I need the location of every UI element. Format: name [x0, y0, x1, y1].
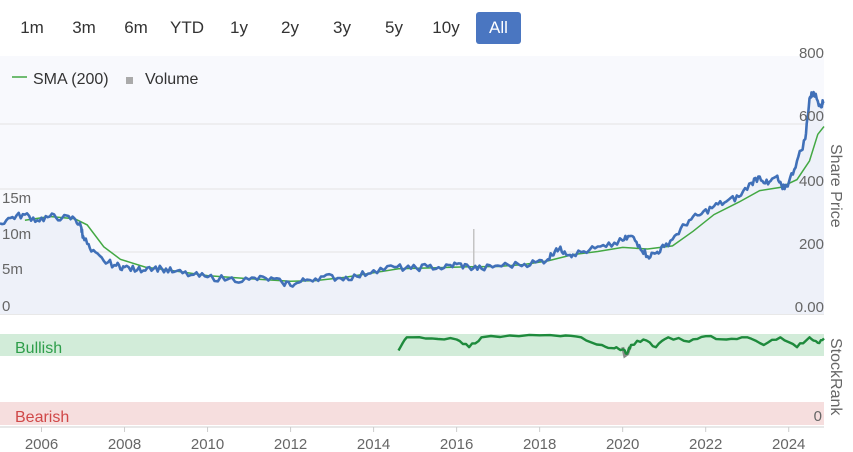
- volume-legend-label[interactable]: Volume: [145, 71, 198, 88]
- x-tick-label: 2010: [191, 436, 224, 452]
- x-tick-label: 2008: [108, 436, 141, 452]
- price-tick-label: 800: [799, 45, 824, 62]
- volume-tick-label: 5m: [2, 261, 23, 278]
- bullish-label: Bullish: [15, 340, 62, 357]
- price-chart: SMA (200) Volume 800 600 400 200 0.00 15…: [0, 45, 844, 452]
- bearish-label: Bearish: [15, 409, 69, 426]
- x-tick-label: 2020: [606, 436, 639, 452]
- x-tick-label: 2018: [523, 436, 556, 452]
- volume-tick-label: 0: [2, 298, 10, 315]
- price-tick-label: 400: [799, 173, 824, 190]
- x-tick-label: 2012: [274, 436, 307, 452]
- x-axis: 2006 2008 2010 2012 2014 2016 2018 2020 2022 2024: [25, 427, 805, 452]
- volume-legend-swatch: [126, 77, 133, 84]
- share-price-axis-title: Share Price: [827, 144, 844, 228]
- x-tick-label: 2014: [357, 436, 390, 452]
- price-tick-label: 600: [799, 108, 824, 125]
- x-tick-label: 2024: [772, 436, 805, 452]
- stockrank-axis-title: StockRank: [827, 338, 844, 416]
- price-tick-label: 200: [799, 236, 824, 253]
- stockrank-tick-label: 0: [814, 408, 822, 425]
- volume-tick-label: 10m: [2, 226, 31, 243]
- x-tick-label: 2006: [25, 436, 58, 452]
- x-tick-label: 2016: [440, 436, 473, 452]
- price-tick-label: 0.00: [795, 299, 824, 316]
- volume-tick-label: 15m: [2, 190, 31, 207]
- x-tick-label: 2022: [689, 436, 722, 452]
- bearish-band: [0, 402, 824, 425]
- sma-legend-label[interactable]: SMA (200): [33, 71, 109, 88]
